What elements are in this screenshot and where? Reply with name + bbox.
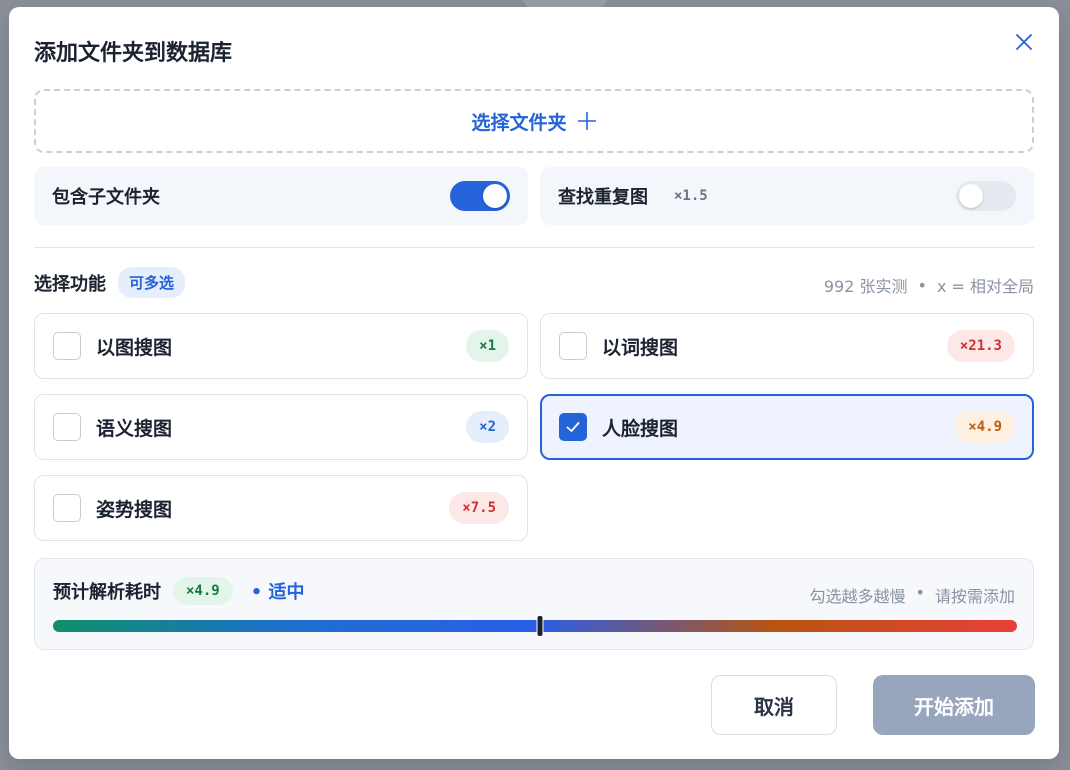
include-subfolders-switch[interactable] xyxy=(450,181,510,211)
start-add-button[interactable]: 开始添加 xyxy=(873,675,1035,735)
select-folder-dropzone[interactable]: 选择文件夹 xyxy=(34,89,1034,153)
legend-note: x = 相对全局 xyxy=(936,277,1034,296)
feature-multiplier-badge: ×4.9 xyxy=(955,411,1015,443)
estimate-label: 预计解析耗时 xyxy=(53,582,161,603)
feature-checkbox[interactable] xyxy=(53,332,81,360)
feature-checkbox[interactable] xyxy=(53,494,81,522)
check-icon xyxy=(566,422,580,432)
feature-multiplier-badge: ×1 xyxy=(466,330,509,362)
divider xyxy=(34,247,1034,248)
feature-label: 人脸搜图 xyxy=(602,417,679,440)
multi-select-badge: 可多选 xyxy=(118,267,186,298)
estimate-hint: 勾选越多越慢 • 请按需添加 xyxy=(810,583,1015,607)
estimated-time-panel: 预计解析耗时 ×4.9 • 适中 勾选越多越慢 • 请按需添加 xyxy=(34,558,1034,650)
note-separator: • xyxy=(917,275,927,295)
feature-pose-search[interactable]: 姿势搜图 ×7.5 xyxy=(34,475,528,541)
feature-text-search[interactable]: 以词搜图 ×21.3 xyxy=(540,313,1034,379)
estimate-level: • 适中 xyxy=(250,582,305,603)
features-section-note: 992 张实测 • x = 相对全局 xyxy=(824,273,1034,297)
close-icon xyxy=(1016,34,1032,50)
find-duplicates-switch[interactable] xyxy=(956,181,1016,211)
estimate-header: 预计解析耗时 ×4.9 • 适中 xyxy=(53,577,305,605)
select-folder-label: 选择文件夹 xyxy=(471,111,567,134)
feature-face-search[interactable]: 人脸搜图 ×4.9 xyxy=(540,394,1034,460)
features-section-title: 选择功能 xyxy=(34,273,106,295)
time-level-marker xyxy=(536,615,544,637)
switch-knob xyxy=(959,184,983,208)
feature-checkbox[interactable] xyxy=(53,413,81,441)
estimate-hint-separator: • xyxy=(915,583,925,602)
features-section-header: 选择功能 可多选 xyxy=(34,267,186,298)
feature-semantic-search[interactable]: 语义搜图 ×2 xyxy=(34,394,528,460)
switch-knob xyxy=(483,184,507,208)
sample-count-note: 992 张实测 xyxy=(823,277,908,296)
dialog-title: 添加文件夹到数据库 xyxy=(34,41,233,66)
feature-label: 以图搜图 xyxy=(96,336,173,359)
cancel-button[interactable]: 取消 xyxy=(711,675,837,735)
estimate-hint-right: 请按需添加 xyxy=(934,587,1015,606)
feature-label: 姿势搜图 xyxy=(96,498,173,521)
feature-checkbox[interactable] xyxy=(559,332,587,360)
close-button[interactable] xyxy=(1013,31,1035,53)
feature-label: 语义搜图 xyxy=(96,417,173,440)
feature-multiplier-badge: ×21.3 xyxy=(946,330,1015,362)
find-duplicates-multiplier: ×1.5 xyxy=(674,188,708,204)
feature-checkbox-checked[interactable] xyxy=(559,413,587,441)
time-gradient-bar xyxy=(53,615,1017,637)
find-duplicates-card: 查找重复图 ×1.5 xyxy=(540,167,1034,225)
plus-icon xyxy=(577,112,596,130)
feature-label: 以词搜图 xyxy=(602,336,679,359)
find-duplicates-label: 查找重复图 xyxy=(558,187,648,208)
feature-multiplier-badge: ×2 xyxy=(466,411,509,443)
estimate-hint-left: 勾选越多越慢 xyxy=(809,587,906,606)
estimate-multiplier-badge: ×4.9 xyxy=(173,577,233,605)
include-subfolders-label: 包含子文件夹 xyxy=(52,187,160,208)
feature-image-search[interactable]: 以图搜图 ×1 xyxy=(34,313,528,379)
add-folder-dialog: 添加文件夹到数据库 选择文件夹 包含子文件夹 查找重复图 ×1.5 选择功能 可… xyxy=(9,7,1059,759)
feature-multiplier-badge: ×7.5 xyxy=(449,492,509,524)
include-subfolders-card: 包含子文件夹 xyxy=(34,167,528,225)
